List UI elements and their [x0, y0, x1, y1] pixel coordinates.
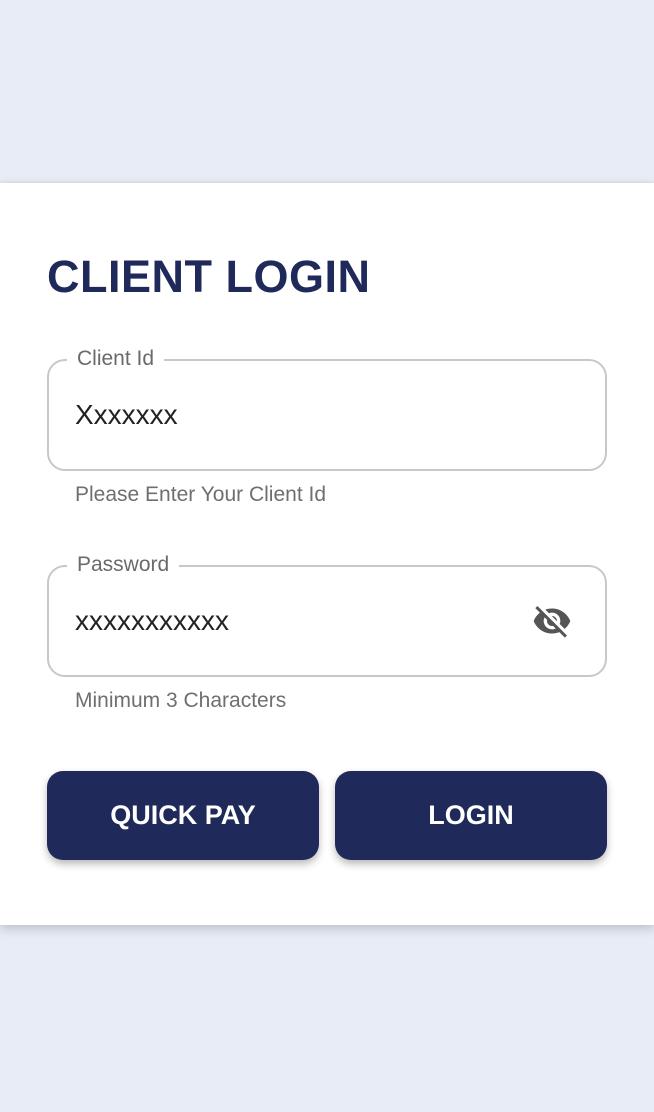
- client-id-helper-text: Please Enter Your Client Id: [75, 483, 326, 506]
- page-title: CLIENT LOGIN: [47, 251, 371, 302]
- quick-pay-button[interactable]: QUICK PAY: [47, 771, 319, 860]
- password-field[interactable]: Password: [47, 551, 607, 677]
- login-card: CLIENT LOGIN Client Id Please Enter Your…: [0, 183, 654, 925]
- client-id-field[interactable]: Client Id: [47, 345, 607, 471]
- login-screen: CLIENT LOGIN Client Id Please Enter Your…: [0, 0, 654, 1112]
- client-id-input[interactable]: [75, 361, 515, 469]
- password-helper-text: Minimum 3 Characters: [75, 689, 287, 712]
- eye-off-icon[interactable]: [529, 601, 575, 641]
- password-input[interactable]: [75, 567, 515, 675]
- login-button[interactable]: LOGIN: [335, 771, 607, 860]
